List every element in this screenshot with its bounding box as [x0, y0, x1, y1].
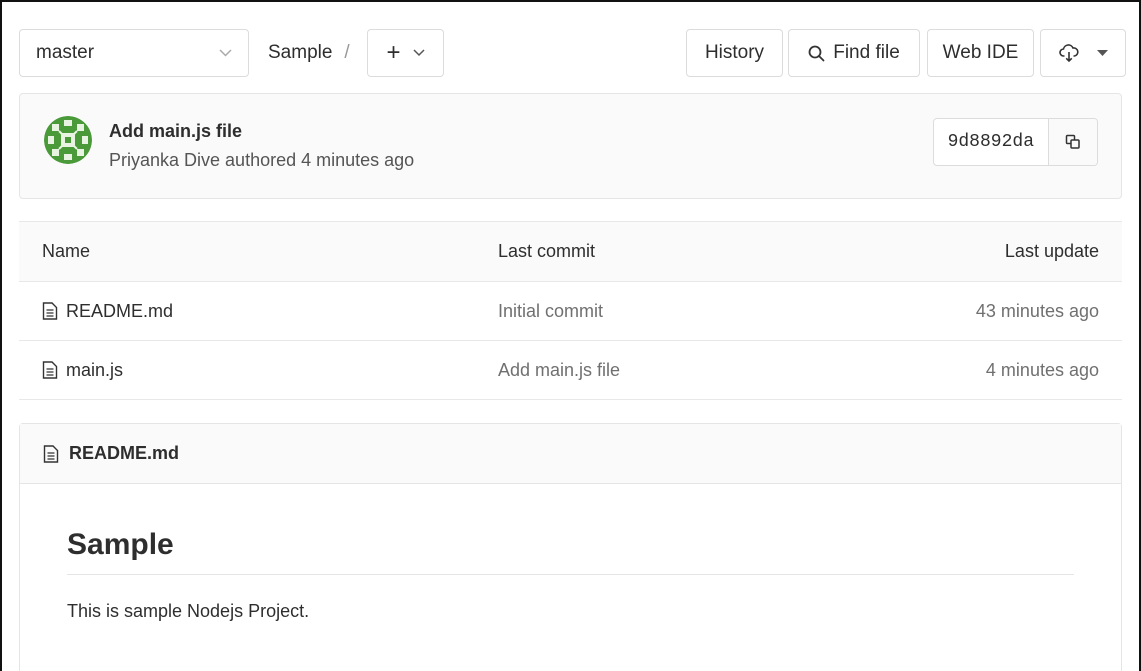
repository-view: master Sample / + History Find file Web	[0, 0, 1141, 671]
web-ide-label: Web IDE	[942, 42, 1019, 63]
chevron-down-icon	[219, 49, 232, 57]
breadcrumb: Sample /	[268, 29, 350, 77]
file-text-icon	[42, 302, 58, 320]
branch-dropdown[interactable]: master	[19, 29, 249, 77]
search-icon	[808, 45, 825, 62]
header-last-commit: Last commit	[498, 241, 596, 261]
table-row[interactable]: main.js Add main.js file 4 minutes ago	[19, 341, 1122, 400]
readme-content: Sample This is sample Nodejs Project.	[20, 484, 1121, 622]
caret-down-icon	[1096, 49, 1108, 57]
add-new-dropdown-button[interactable]: +	[367, 29, 444, 77]
file-last-update: 43 minutes ago	[975, 300, 1099, 321]
history-button[interactable]: History	[686, 29, 783, 77]
web-ide-button[interactable]: Web IDE	[927, 29, 1034, 77]
last-commit-panel: Add main.js file Priyanka Dive authored …	[19, 93, 1122, 199]
readme-paragraph: This is sample Nodejs Project.	[67, 601, 310, 621]
file-name-link[interactable]: main.js	[66, 360, 123, 381]
header-last-update: Last update	[1004, 241, 1099, 261]
chevron-down-icon	[412, 49, 425, 57]
file-text-icon	[43, 444, 59, 463]
find-file-button[interactable]: Find file	[788, 29, 920, 77]
branch-name: master	[36, 42, 95, 63]
history-label: History	[704, 42, 765, 63]
download-dropdown-button[interactable]	[1040, 29, 1126, 77]
commit-author-meta: Priyanka Dive authored 4 minutes ago	[109, 150, 415, 170]
breadcrumb-project-link[interactable]: Sample	[268, 42, 332, 64]
table-header-row: Name Last commit Last update	[19, 221, 1122, 282]
file-name-link[interactable]: README.md	[66, 301, 173, 322]
file-last-update: 4 minutes ago	[985, 359, 1099, 380]
file-text-icon	[42, 361, 58, 379]
cloud-download-icon	[1058, 43, 1079, 63]
header-name: Name	[42, 241, 91, 261]
commit-title-link[interactable]: Add main.js file	[109, 121, 242, 142]
commit-sha-group: 9d8892da	[932, 118, 1098, 166]
plus-icon: +	[386, 39, 401, 66]
breadcrumb-separator: /	[344, 42, 350, 63]
file-last-commit-link[interactable]: Initial commit	[498, 282, 603, 340]
readme-panel: README.md Sample This is sample Nodejs P…	[19, 423, 1122, 671]
readme-header: README.md	[20, 424, 1121, 484]
copy-sha-button[interactable]	[1049, 119, 1097, 165]
readme-heading: Sample	[67, 528, 1074, 575]
file-last-commit-link[interactable]: Add main.js file	[498, 341, 620, 399]
copy-icon	[1065, 134, 1081, 150]
repo-toolbar: master Sample / + History Find file Web	[19, 29, 1126, 77]
avatar[interactable]	[44, 116, 92, 164]
table-row[interactable]: README.md Initial commit 43 minutes ago	[19, 282, 1122, 341]
commit-sha-link[interactable]: 9d8892da	[934, 119, 1049, 165]
readme-filename[interactable]: README.md	[69, 443, 179, 464]
find-file-label: Find file	[833, 42, 900, 63]
file-table: Name Last commit Last update README.md I…	[19, 221, 1122, 400]
